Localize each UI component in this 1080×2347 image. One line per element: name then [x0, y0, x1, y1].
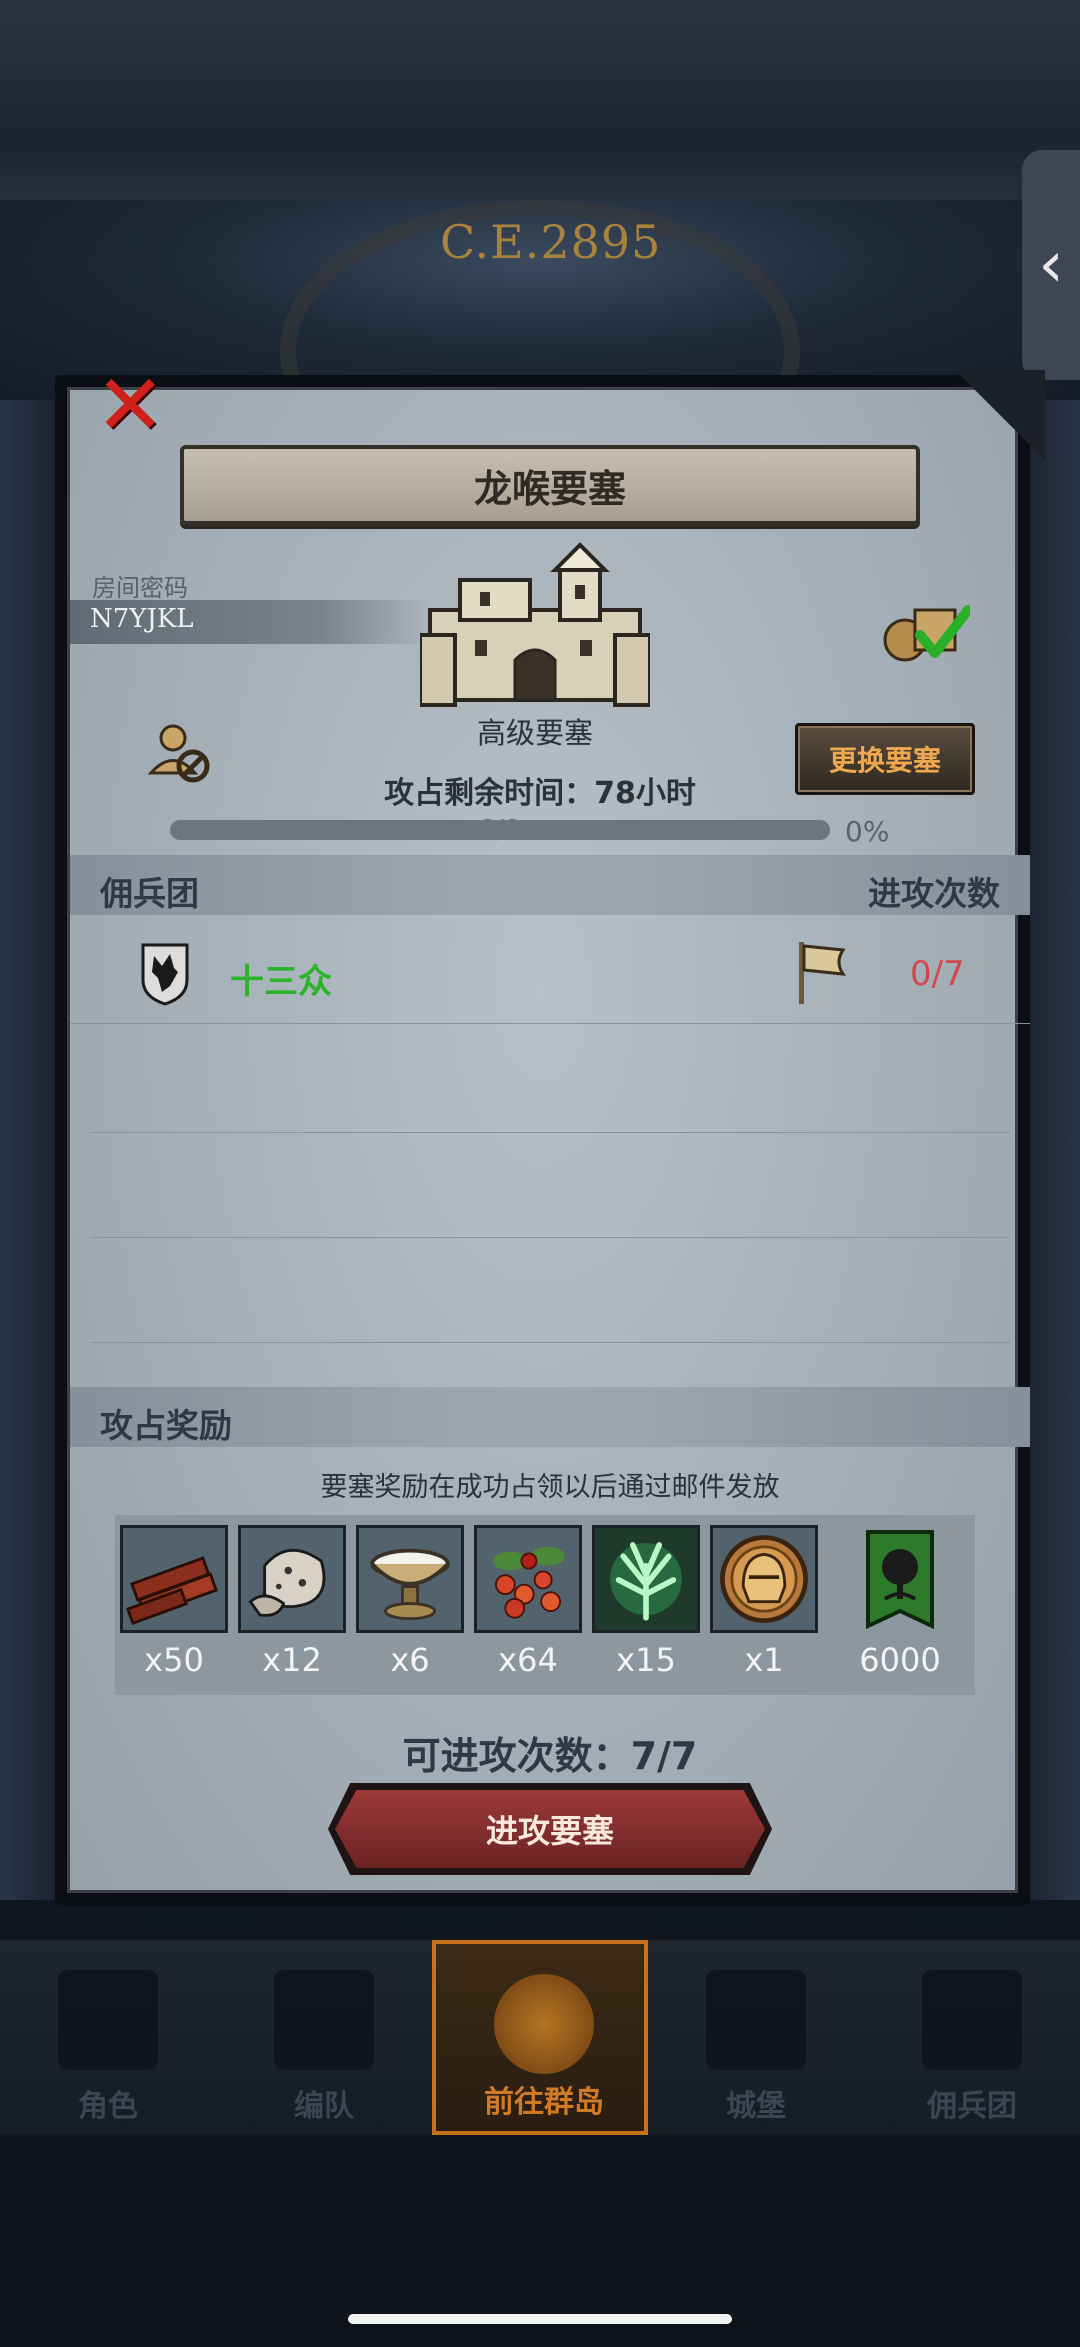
reward-count: x1 — [744, 1641, 784, 1679]
knight-icon — [58, 1970, 158, 2070]
chevron-left-icon: ‹ — [1038, 228, 1064, 302]
room-password-value[interactable]: N7YJKL — [90, 604, 194, 634]
attacks-remaining-text: 可进攻次数：7/7 — [402, 1734, 698, 1778]
reward-item[interactable]: x6 — [356, 1525, 464, 1679]
bowl-icon — [356, 1525, 464, 1633]
map-icon — [494, 1974, 594, 2074]
mercenary-attack-count: 0/7 — [910, 954, 965, 994]
reward-item[interactable]: x64 — [474, 1525, 582, 1679]
tree-banner-icon — [850, 1525, 950, 1633]
world-right-edge — [1025, 400, 1080, 1900]
nav-item-castle[interactable]: 城堡 — [648, 1940, 864, 2135]
title-banner: 龙喉要塞 — [180, 445, 920, 525]
wood-icon — [120, 1525, 228, 1633]
reward-count: x6 — [390, 1641, 430, 1679]
time-remaining-text: 攻占剩余时间：78小时 — [384, 776, 696, 811]
wolf-shield-icon — [141, 943, 189, 1006]
mercenary-section-header: 佣兵团 进攻次数 — [70, 855, 1030, 915]
modal-title: 龙喉要塞 — [473, 466, 626, 511]
home-indicator[interactable] — [348, 2314, 732, 2324]
reward-count: x15 — [616, 1641, 676, 1679]
reward-list: x50 x12 x6 x64 x15 x1 6000 — [115, 1515, 975, 1695]
nav-label: 城堡 — [726, 2089, 786, 2124]
reward-item[interactable]: x50 — [120, 1525, 228, 1679]
empty-row-divider — [90, 1342, 1010, 1343]
fortress-level-label: 高级要塞 — [476, 716, 593, 750]
mercenary-header-label: 佣兵团 — [100, 874, 199, 913]
nav-label: 佣兵团 — [927, 2089, 1017, 2124]
world-left-edge — [0, 400, 55, 1900]
herb-icon — [592, 1525, 700, 1633]
fortress-icon — [420, 542, 650, 707]
reward-count: 6000 — [859, 1641, 941, 1679]
reward-item[interactable]: x1 — [710, 1525, 818, 1679]
reward-item[interactable]: x12 — [238, 1525, 346, 1679]
reward-count: x64 — [498, 1641, 558, 1679]
ship-icon — [922, 1970, 1022, 2070]
change-fortress-button[interactable]: 更换要塞 — [795, 723, 975, 795]
reward-count: x50 — [144, 1641, 204, 1679]
reward-item[interactable]: 6000 — [850, 1525, 950, 1679]
attack-count-header-label: 进攻次数 — [868, 874, 1000, 913]
ore-icon — [238, 1525, 346, 1633]
nav-item-mercenary[interactable]: 佣兵团 — [864, 1940, 1080, 2135]
modal-panel: 龙喉要塞 房间密码 N7YJKL 高级要塞 更换要塞 攻占剩余时间：78小时 0… — [67, 387, 1030, 1893]
close-icon[interactable]: ✕ — [95, 363, 165, 447]
empty-row-divider — [90, 1132, 1010, 1133]
team-icon — [274, 1970, 374, 2070]
reward-count: x12 — [262, 1641, 322, 1679]
nav-item-islands[interactable]: 前往群岛 — [432, 1940, 648, 2135]
nav-label: 角色 — [78, 2089, 138, 2124]
flag-icon — [799, 942, 847, 1004]
reward-claimed-icon[interactable] — [880, 595, 970, 665]
no-visitor-icon[interactable] — [145, 718, 215, 788]
reward-section-header: 攻占奖励 — [70, 1387, 1030, 1447]
nav-item-formation[interactable]: 编队 — [216, 1940, 432, 2135]
nav-label: 前往群岛 — [484, 2085, 604, 2120]
berries-icon — [474, 1525, 582, 1633]
reward-note: 要塞奖励在成功占领以后通过邮件发放 — [320, 1472, 780, 1503]
helmet-medal-icon — [710, 1525, 818, 1633]
progress-percent: 0% — [845, 815, 890, 848]
mercenary-row[interactable]: 十三众 0/7 — [70, 920, 1030, 1024]
room-password-label: 房间密码 — [92, 574, 188, 602]
nav-item-character[interactable]: 角色 — [0, 1940, 216, 2135]
reward-item[interactable]: x15 — [592, 1525, 700, 1679]
castle-icon — [706, 1970, 806, 2070]
attack-fortress-button[interactable]: 进攻要塞 — [335, 1790, 765, 1868]
side-tab-toggle[interactable]: ‹ — [1022, 150, 1080, 380]
year-label: C.E.2895 — [440, 215, 662, 269]
empty-row-divider — [90, 1237, 1010, 1238]
bottom-navigation: 角色 编队 前往群岛 城堡 佣兵团 — [0, 1940, 1080, 2135]
screen: C.E.2895 ‹ 龙喉要塞 房间密码 N7YJKL 高级要塞 更换要塞 攻占… — [0, 0, 1080, 2347]
progress-count: 0/0 — [479, 815, 521, 845]
nav-label: 编队 — [294, 2089, 354, 2124]
mercenary-name: 十三众 — [230, 962, 332, 1002]
fortress-modal: 龙喉要塞 房间密码 N7YJKL 高级要塞 更换要塞 攻占剩余时间：78小时 0… — [55, 363, 1045, 1905]
reward-header-label: 攻占奖励 — [100, 1406, 232, 1445]
